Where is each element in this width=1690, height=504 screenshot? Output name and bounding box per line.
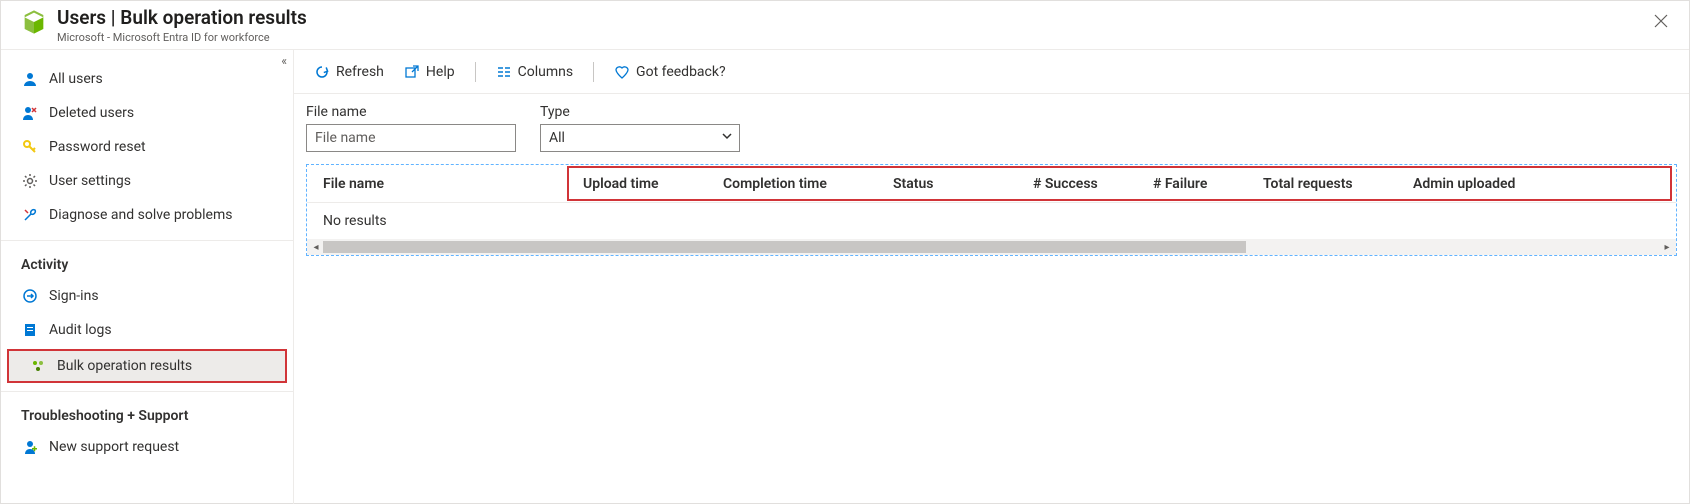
toolbar-separator <box>593 62 594 82</box>
type-select[interactable]: All <box>540 124 740 152</box>
results-table: File name Upload time Completion time St… <box>306 164 1677 256</box>
scroll-right-icon[interactable]: ▸ <box>1660 242 1674 253</box>
type-select-value: All <box>549 130 565 146</box>
sidebar-item-label: Diagnose and solve problems <box>49 207 232 223</box>
toolbar-separator <box>475 62 476 82</box>
key-icon <box>21 138 39 156</box>
log-icon <box>21 321 39 339</box>
sidebar: « All users Deleted users Password reset… <box>1 50 294 504</box>
signin-icon <box>21 287 39 305</box>
refresh-icon <box>314 64 330 80</box>
col-completion-time[interactable]: Completion time <box>707 176 877 192</box>
gear-icon <box>21 172 39 190</box>
sidebar-item-signins[interactable]: Sign-ins <box>1 279 293 313</box>
main-panel: Refresh Help Columns Got feedback <box>294 50 1689 504</box>
close-button[interactable] <box>1647 7 1675 35</box>
sidebar-item-support[interactable]: New support request <box>1 430 293 464</box>
help-label: Help <box>426 64 455 80</box>
columns-button[interactable]: Columns <box>488 56 581 88</box>
sidebar-item-user-settings[interactable]: User settings <box>1 164 293 198</box>
table-header-row: File name Upload time Completion time St… <box>307 165 1676 203</box>
refresh-button[interactable]: Refresh <box>306 56 392 88</box>
filter-file-label: File name <box>306 104 516 120</box>
sidebar-item-label: All users <box>49 71 103 87</box>
filter-type: Type All <box>540 104 740 152</box>
scroll-thumb[interactable] <box>323 241 1246 253</box>
bulk-icon <box>29 357 47 375</box>
service-icon <box>19 7 49 37</box>
sidebar-item-audit-logs[interactable]: Audit logs <box>1 313 293 347</box>
scroll-left-icon[interactable]: ◂ <box>309 242 323 253</box>
col-file-name[interactable]: File name <box>307 176 567 192</box>
sidebar-item-deleted-users[interactable]: Deleted users <box>1 96 293 130</box>
sidebar-item-label: Password reset <box>49 139 146 155</box>
page-header: Users | Bulk operation results Microsoft… <box>1 1 1689 50</box>
filter-bar: File name Type All <box>294 94 1689 164</box>
sidebar-item-label: Bulk operation results <box>57 358 192 374</box>
feedback-button[interactable]: Got feedback? <box>606 56 734 88</box>
collapse-sidebar-button[interactable]: « <box>281 54 287 68</box>
heart-icon <box>614 64 630 80</box>
col-failure[interactable]: # Failure <box>1137 176 1247 192</box>
page-title: Users | Bulk operation results <box>57 7 1647 29</box>
support-icon <box>21 438 39 456</box>
filter-type-label: Type <box>540 104 740 120</box>
col-upload-time[interactable]: Upload time <box>567 176 707 192</box>
help-button[interactable]: Help <box>396 56 463 88</box>
sidebar-item-password-reset[interactable]: Password reset <box>1 130 293 164</box>
horizontal-scrollbar[interactable]: ◂ ▸ <box>307 239 1676 255</box>
sidebar-item-label: Audit logs <box>49 322 112 338</box>
sidebar-item-diagnose[interactable]: Diagnose and solve problems <box>1 198 293 232</box>
wrench-icon <box>21 206 39 224</box>
columns-label: Columns <box>518 64 573 80</box>
chevron-down-icon <box>721 130 733 146</box>
col-success[interactable]: # Success <box>1017 176 1137 192</box>
sidebar-item-label: New support request <box>49 439 179 455</box>
sidebar-item-label: Sign-ins <box>49 288 99 304</box>
col-admin-uploaded[interactable]: Admin uploaded <box>1397 176 1557 192</box>
sidebar-section-activity: Activity <box>1 240 293 279</box>
refresh-label: Refresh <box>336 64 384 80</box>
file-name-input[interactable] <box>306 124 516 152</box>
sidebar-item-all-users[interactable]: All users <box>1 62 293 96</box>
col-total-requests[interactable]: Total requests <box>1247 176 1397 192</box>
external-link-icon <box>404 64 420 80</box>
sidebar-item-bulk-results[interactable]: Bulk operation results <box>7 349 287 383</box>
page-subtitle: Microsoft - Microsoft Entra ID for workf… <box>57 31 1647 45</box>
user-icon <box>21 70 39 88</box>
sidebar-section-troubleshoot: Troubleshooting + Support <box>1 391 293 430</box>
col-status[interactable]: Status <box>877 176 1017 192</box>
user-x-icon <box>21 104 39 122</box>
sidebar-item-label: User settings <box>49 173 131 189</box>
filter-file-name: File name <box>306 104 516 152</box>
scroll-track[interactable] <box>323 241 1660 253</box>
toolbar: Refresh Help Columns Got feedback <box>294 50 1689 94</box>
feedback-label: Got feedback? <box>636 64 726 80</box>
sidebar-item-label: Deleted users <box>49 105 134 121</box>
columns-icon <box>496 64 512 80</box>
empty-results-text: No results <box>307 203 1676 239</box>
